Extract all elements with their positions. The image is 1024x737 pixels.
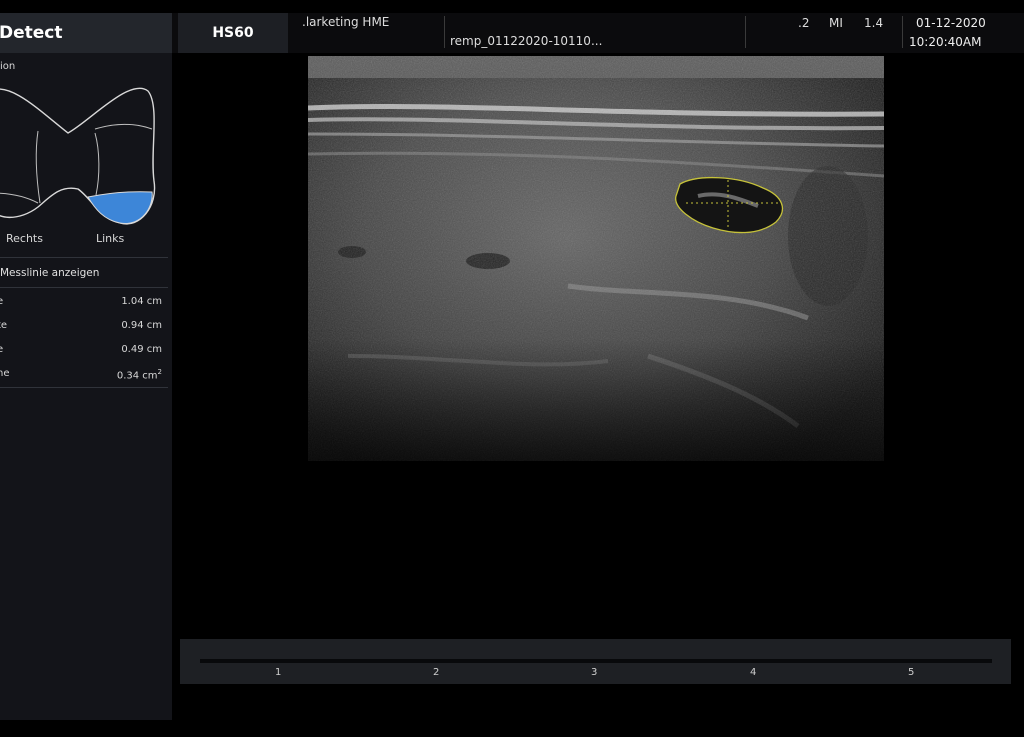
measurement-value: 0.34 cm2 [116, 368, 162, 382]
lobe-label-left[interactable]: Links [96, 232, 124, 245]
show-measure-line-toggle[interactable]: Messlinie anzeigen [0, 267, 99, 279]
measurement-value: 1.04 cm [121, 296, 162, 307]
thyroid-lobe-divider [94, 124, 153, 130]
timeline-scale[interactable]: 1 2 3 4 5 [180, 639, 1011, 684]
scale-tick-label: 5 [908, 667, 915, 678]
header-divider [902, 16, 903, 48]
divider [0, 257, 168, 258]
lobe-label-right[interactable]: Rechts [6, 232, 43, 245]
exam-time: 10:20:40AM [909, 35, 982, 49]
selected-lobe-highlight [87, 191, 153, 224]
scale-tick-label: 1 [275, 667, 282, 678]
metric-label-mi: MI [829, 16, 843, 30]
exam-date: 01-12-2020 [916, 16, 986, 30]
section-label: ion [0, 61, 16, 72]
measurement-row: te 0.94 cm [0, 320, 162, 342]
measurement-label: te [0, 320, 8, 331]
patient-id: remp_01122020-10110... [450, 34, 603, 48]
thyroid-isthmus-line [94, 132, 100, 196]
measurement-label: he [0, 368, 10, 379]
scale-tick-label: 3 [591, 667, 598, 678]
metric-mi-value: 1.4 [864, 16, 884, 30]
ultrasound-scan [308, 56, 884, 461]
scale-tick-label: 4 [750, 667, 757, 678]
scale-track [200, 659, 992, 663]
divider [0, 387, 168, 388]
metric-value: .2 [798, 16, 810, 30]
measurement-value: 0.94 cm [121, 320, 162, 331]
thyroid-isthmus-line [35, 130, 41, 204]
device-model: HS60 [178, 13, 288, 53]
measurement-label: e [0, 296, 4, 307]
measurement-value: 0.49 cm [121, 344, 162, 355]
facility-name: .larketing HME [302, 15, 390, 29]
ultrasound-image[interactable] [308, 56, 884, 461]
header-divider [745, 16, 746, 48]
app-title: Detect [0, 13, 172, 53]
left-panel: ion Rechts Links Messlinie anzeigen e 1.… [0, 53, 172, 720]
measurement-row: e 1.04 cm [0, 296, 162, 318]
measurement-row: e 0.49 cm [0, 344, 162, 366]
thyroid-lobe-selector[interactable] [0, 81, 170, 231]
divider [0, 287, 168, 288]
scale-tick-label: 2 [433, 667, 440, 678]
measurement-label: e [0, 344, 4, 355]
thyroid-lobe-divider [0, 192, 39, 204]
header-divider [444, 16, 445, 48]
